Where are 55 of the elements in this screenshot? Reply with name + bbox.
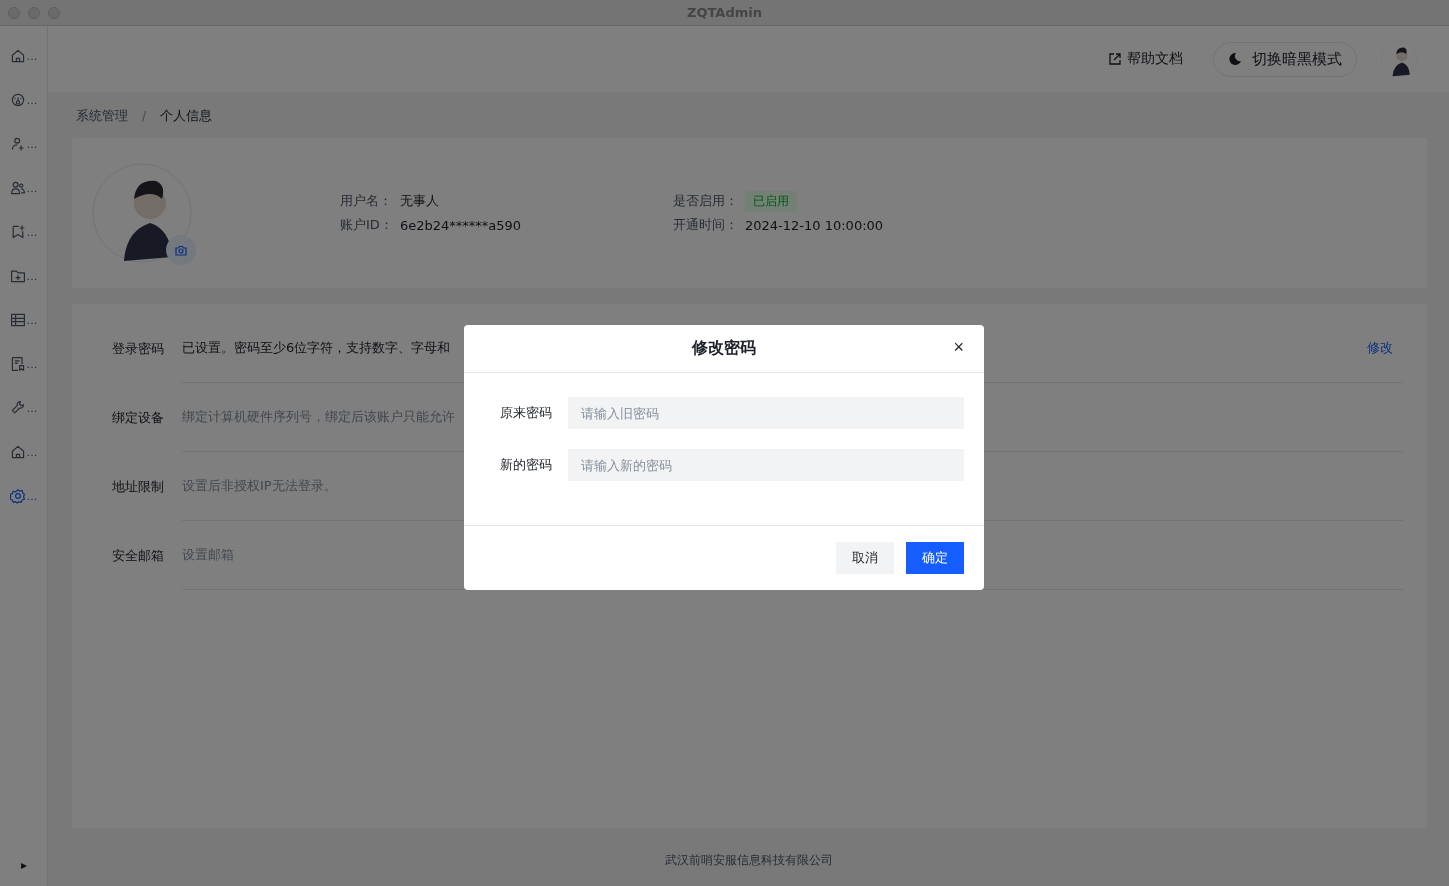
field-label: 开通时间： <box>673 216 737 234</box>
gear-icon <box>9 488 26 504</box>
sidebar-item[interactable]: … <box>7 342 40 386</box>
breadcrumb-separator: / <box>142 109 147 123</box>
moon-icon <box>1228 52 1242 66</box>
form-label: 新的密码 <box>499 456 553 474</box>
table-icon <box>9 312 26 328</box>
folder-add-icon <box>9 268 26 284</box>
theme-toggle-button[interactable]: 切换暗黑模式 <box>1213 41 1357 77</box>
help-link[interactable]: 帮助文档 <box>1103 49 1189 69</box>
house-icon <box>9 444 26 460</box>
close-button[interactable]: × <box>953 337 964 358</box>
setting-label: 安全邮箱 <box>112 546 165 565</box>
sidebar-item[interactable]: … <box>7 34 40 78</box>
footer-text: 武汉前哨安服信息科技有限公司 <box>664 853 833 867</box>
camera-button[interactable] <box>166 235 196 265</box>
document-icon <box>9 356 26 372</box>
setting-label: 登录密码 <box>112 339 165 358</box>
status-tag: 已启用 <box>745 190 797 212</box>
expand-button[interactable]: ▸ <box>20 858 27 872</box>
field-value: 无事人 <box>400 192 439 210</box>
sidebar-item[interactable]: … <box>7 122 40 166</box>
cancel-button[interactable]: 取消 <box>836 542 894 574</box>
breadcrumb-item[interactable]: 系统管理 <box>76 107 128 125</box>
field-value: 6e2b24******a590 <box>400 217 522 233</box>
setting-description: 已设置。密码至少6位字符，支持数字、字母和 <box>182 339 451 357</box>
sidebar-item[interactable]: … <box>7 166 40 210</box>
setting-description: 绑定计算机硬件序列号，绑定后该账户只能允许 <box>182 408 455 426</box>
sidebar-item[interactable]: … <box>7 386 40 430</box>
setting-label: 绑定设备 <box>112 408 165 427</box>
home-icon <box>9 48 26 64</box>
users-icon <box>9 180 26 196</box>
camera-icon <box>175 244 187 256</box>
edit-link[interactable]: 修改 <box>1367 339 1403 357</box>
field-label: 账户ID： <box>340 216 392 234</box>
confirm-button[interactable]: 确定 <box>906 542 964 574</box>
field-value: 2024-12-10 10:00:00 <box>745 217 884 233</box>
password-field[interactable]: 请输入旧密码 <box>568 397 964 429</box>
sidebar-item[interactable]: … <box>7 78 40 122</box>
field-label: 用户名： <box>340 192 392 210</box>
sidebar-item[interactable]: … <box>7 430 40 474</box>
form-label: 原来密码 <box>499 404 553 422</box>
user-add-icon <box>9 136 26 152</box>
setting-description: 设置邮箱 <box>182 546 234 564</box>
dialog-title: 修改密码 <box>692 338 756 359</box>
wrench-icon <box>9 400 26 416</box>
breadcrumb-item: 个人信息 <box>160 107 213 125</box>
sidebar-item[interactable]: … <box>7 298 40 342</box>
sidebar-item[interactable]: … <box>7 210 40 254</box>
field-label: 是否启用： <box>673 192 737 210</box>
external-link-icon <box>1109 53 1121 65</box>
sidebar-item[interactable]: … <box>7 254 40 298</box>
setting-label: 地址限制 <box>112 477 165 496</box>
password-field[interactable]: 请输入新的密码 <box>568 449 964 481</box>
sidebar-item[interactable]: … <box>7 474 40 518</box>
